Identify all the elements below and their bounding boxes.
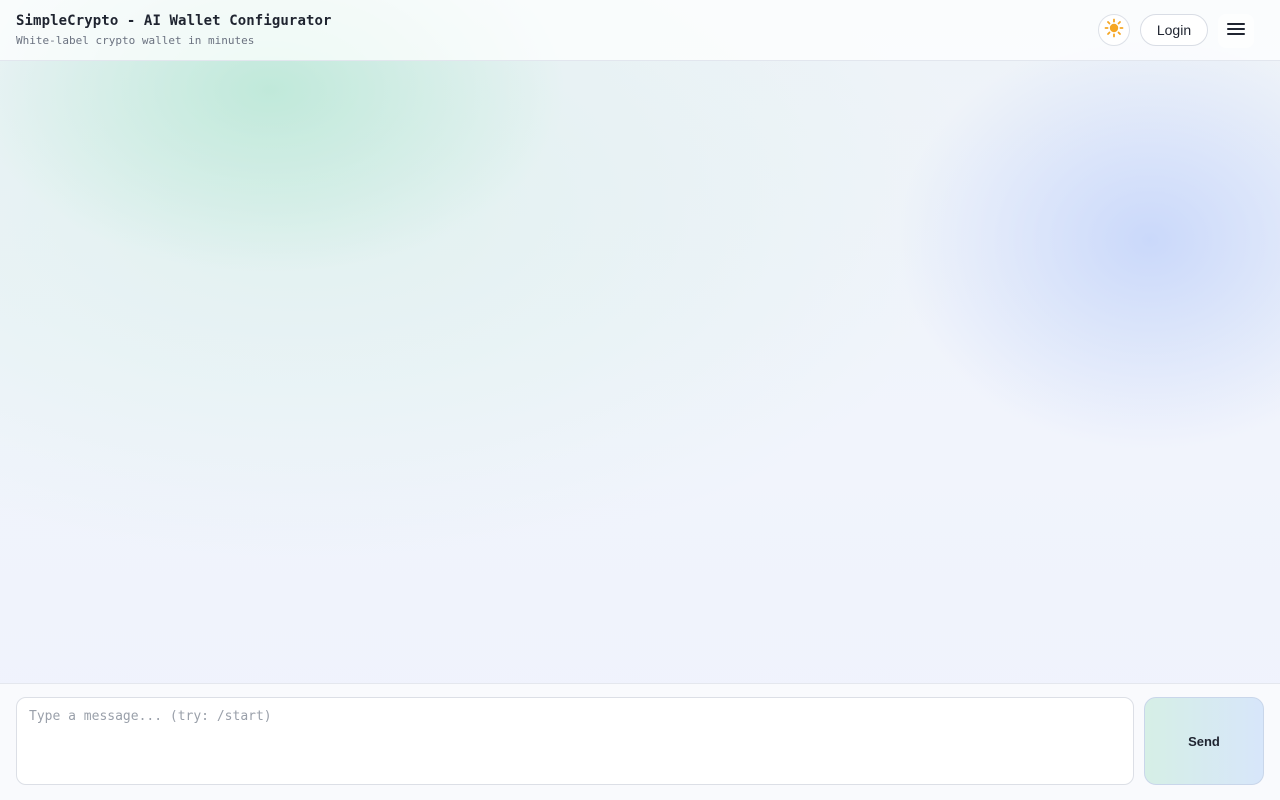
app-subtitle: White-label crypto wallet in minutes (16, 34, 255, 47)
login-button[interactable]: Login (1140, 14, 1208, 46)
theme-toggle-button[interactable] (1098, 14, 1130, 46)
send-button[interactable]: Send (1144, 697, 1264, 785)
sun-icon (1104, 18, 1124, 43)
chat-messages-area[interactable] (0, 61, 1280, 683)
message-composer: Send (0, 683, 1280, 800)
hamburger-menu-icon (1227, 22, 1245, 41)
top-header: SimpleCrypto - AI Wallet Configurator Wh… (0, 0, 1280, 61)
menu-button[interactable] (1218, 14, 1254, 48)
app-root: SimpleCrypto - AI Wallet Configurator Wh… (0, 0, 1280, 800)
app-title: SimpleCrypto - AI Wallet Configurator (16, 13, 332, 29)
message-input[interactable] (16, 697, 1134, 785)
